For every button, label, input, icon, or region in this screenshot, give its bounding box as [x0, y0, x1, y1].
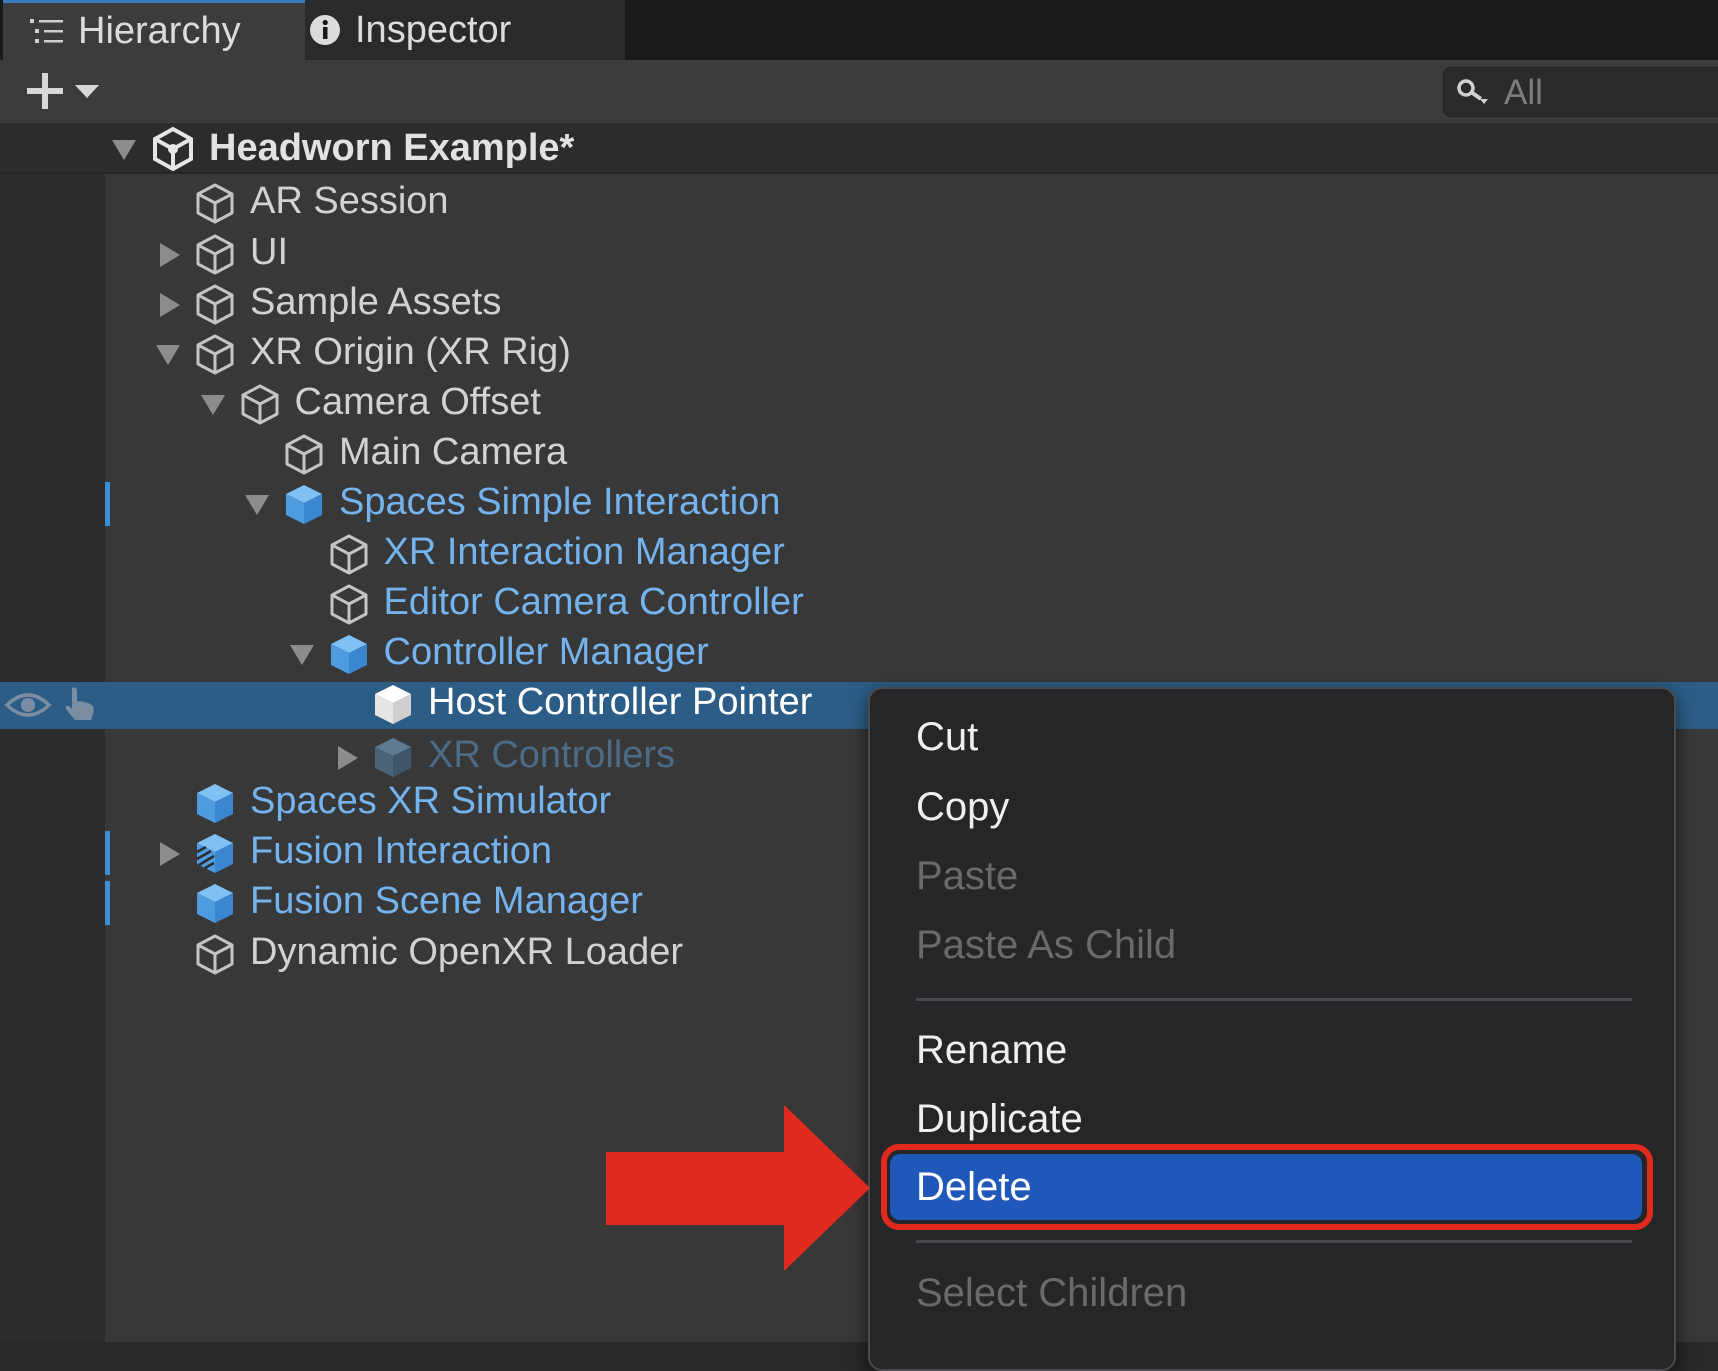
gameobject-icon [330, 584, 367, 625]
menu-separator [916, 998, 1632, 1001]
menu-item-paste: Paste [916, 854, 1019, 898]
tree-row-label: XR Controllers [428, 734, 676, 776]
prefab-icon [197, 784, 233, 823]
gameobject-icon [196, 934, 234, 975]
tree-row[interactable]: Main Camera [0, 429, 1718, 480]
gameobject-icon [330, 534, 367, 575]
prefab-icon [330, 635, 367, 674]
override-indicator [105, 881, 110, 925]
context-menu: Cut Copy Paste Paste As Child Rename Duplicat… [868, 687, 1676, 1371]
tree-row-label: Host Controller Pointer [428, 681, 813, 723]
search-icon [1457, 79, 1488, 104]
expand-arrow[interactable] [200, 395, 225, 415]
menu-item-select-children: Select Children [916, 1271, 1188, 1315]
tree-row[interactable]: XR Interaction Manager [0, 529, 1718, 580]
prefab-variant-icon [196, 834, 233, 873]
annotation-highlight-box [881, 1144, 1653, 1230]
gameobject-icon [196, 183, 234, 224]
search-placeholder: All [1504, 73, 1543, 112]
expand-arrow[interactable] [289, 645, 314, 665]
scene-name: Headworn Example* [209, 127, 575, 169]
tree-row[interactable]: XR Origin (XR Rig) [0, 329, 1718, 380]
tree-row-label: Dynamic OpenXR Loader [250, 931, 683, 973]
prefab-icon [286, 485, 322, 524]
tree-row[interactable]: AR Session [0, 178, 1718, 229]
tree-row-label: Fusion Interaction [250, 830, 553, 872]
info-icon [310, 15, 340, 45]
tree-row-label: Spaces XR Simulator [250, 780, 612, 822]
gameobject-icon [285, 434, 323, 475]
scene-header-row[interactable]: Headworn Example* [0, 123, 1718, 174]
create-dropdown-button[interactable] [20, 68, 105, 114]
expand-arrow[interactable] [245, 495, 269, 515]
tab-hierarchy-label: Hierarchy [78, 10, 241, 52]
override-indicator [105, 482, 110, 526]
caret-down-icon [75, 85, 99, 98]
annotation-arrow-icon [606, 1105, 870, 1271]
tree-row[interactable]: Camera Offset [0, 379, 1718, 430]
tab-hierarchy[interactable]: Hierarchy [3, 0, 305, 60]
expand-arrow[interactable] [156, 345, 180, 365]
prefab-icon [197, 884, 233, 923]
tree-row-label: XR Interaction Manager [383, 531, 785, 573]
tab-inspector-label: Inspector [355, 8, 512, 51]
collapse-arrow[interactable] [160, 842, 180, 866]
collapse-arrow[interactable] [338, 746, 358, 770]
tree-row-label: Fusion Scene Manager [250, 880, 643, 922]
collapse-arrow[interactable] [160, 243, 180, 267]
expand-arrow[interactable] [112, 140, 136, 160]
tree-row[interactable]: Sample Assets [0, 279, 1718, 330]
menu-item-copy[interactable]: Copy [916, 779, 1009, 835]
menu-item-duplicate[interactable]: Duplicate [916, 1091, 1083, 1147]
tree-row[interactable]: UI [0, 229, 1718, 280]
tree-row-label: Controller Manager [383, 631, 709, 673]
search-input[interactable]: All [1443, 67, 1718, 117]
gameobject-icon [196, 234, 234, 275]
prefab-icon-white [375, 685, 411, 724]
list-icon [30, 18, 63, 43]
tree-row[interactable]: Controller Manager [0, 629, 1718, 680]
tree-row-label: Editor Camera Controller [383, 581, 804, 623]
menu-separator [916, 1240, 1632, 1243]
prefab-icon-dim [375, 738, 411, 777]
tree-row[interactable]: Spaces Simple Interaction [0, 479, 1718, 530]
tree-row-label: UI [250, 231, 288, 273]
plus-icon [27, 73, 63, 109]
menu-item-cut[interactable]: Cut [916, 709, 978, 765]
menu-item-paste-as-child: Paste As Child [916, 923, 1177, 967]
collapse-arrow[interactable] [160, 293, 180, 317]
menu-item-rename[interactable]: Rename [916, 1022, 1067, 1078]
hierarchy-toolbar: All [0, 60, 1718, 123]
gameobject-icon [196, 284, 234, 325]
tree-row-label: Main Camera [339, 431, 568, 473]
gameobject-icon [241, 384, 278, 425]
gameobject-icon [196, 334, 234, 375]
eye-icon[interactable] [4, 688, 52, 722]
tab-bar: Hierarchy Inspector [0, 0, 1718, 60]
override-indicator [105, 831, 110, 875]
unity-scene-icon [153, 126, 193, 172]
tab-inspector[interactable]: Inspector [305, 0, 625, 60]
tree-row-label: XR Origin (XR Rig) [250, 331, 571, 373]
tree-row[interactable]: Editor Camera Controller [0, 579, 1718, 630]
tree-row-label: AR Session [250, 180, 449, 222]
tree-row-label: Camera Offset [294, 381, 541, 423]
hand-pointer-icon[interactable] [60, 684, 100, 724]
tree-row-label: Spaces Simple Interaction [339, 481, 781, 523]
tree-row-label: Sample Assets [250, 281, 502, 323]
